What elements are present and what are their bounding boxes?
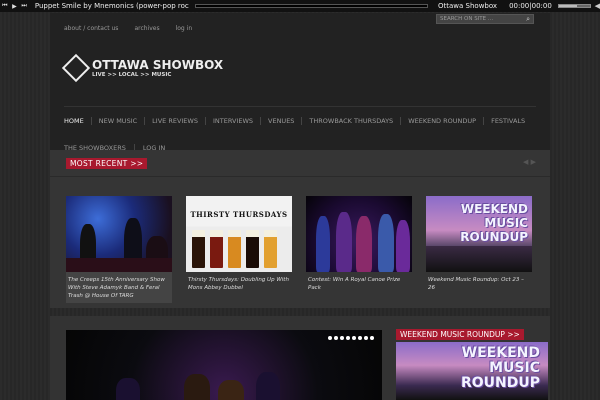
most-recent-title[interactable]: MOST RECENT >>: [66, 158, 148, 169]
card-caption[interactable]: Thirsty Thursdays: Doubling Up With Mons…: [186, 272, 292, 292]
search-input[interactable]: SEARCH ON SITE ... ⌕: [436, 14, 534, 24]
nav-home[interactable]: HOME: [64, 117, 91, 125]
nav-festivals[interactable]: FESTIVALS: [483, 117, 532, 125]
speaker-icon[interactable]: ◀: [595, 2, 600, 10]
previous-icon[interactable]: ⏮: [0, 2, 10, 10]
next-icon[interactable]: ⏭: [19, 2, 29, 10]
slider-dot[interactable]: [352, 336, 356, 340]
main-nav: HOME NEW MUSIC LIVE REVIEWS INTERVIEWS V…: [64, 117, 532, 125]
nav-throwback-thursdays[interactable]: THROWBACK THURSDAYS: [301, 117, 400, 125]
site-header: about / contact us archives log in SEARC…: [50, 13, 550, 152]
player-site-name: Ottawa Showbox: [438, 2, 498, 10]
featured-slider[interactable]: [66, 330, 382, 400]
weekend-roundup-thumbnail[interactable]: WEEKEND MUSIC ROUNDUP: [396, 342, 548, 400]
nav-live-reviews[interactable]: LIVE REVIEWS: [144, 117, 205, 125]
recent-card[interactable]: THIRSTY THURSDAYS Thirsty Thursdays: Dou…: [186, 196, 292, 303]
slider-dot[interactable]: [370, 336, 374, 340]
featured-section: WEEKEND MUSIC ROUNDUP >> WEEKEND MUSIC R…: [50, 316, 550, 400]
weekend-roundup-title[interactable]: WEEKEND MUSIC ROUNDUP >>: [396, 329, 524, 340]
recent-card[interactable]: Contest: Win A Royal Canoe Prize Pack: [306, 196, 412, 303]
section-divider: [50, 176, 550, 177]
card-thumbnail[interactable]: [306, 196, 412, 272]
roundup-art-text: WEEKEND MUSIC ROUNDUP: [460, 202, 528, 244]
top-link-archives[interactable]: archives: [134, 25, 159, 32]
play-icon[interactable]: ▶: [10, 3, 20, 10]
thirsty-label: THIRSTY THURSDAYS: [190, 210, 288, 219]
search-placeholder: SEARCH ON SITE ...: [440, 16, 494, 22]
logo-tagline: LIVE >> LOCAL >> MUSIC: [92, 71, 172, 78]
top-link-login[interactable]: log in: [176, 25, 193, 32]
carousel-arrows-icon[interactable]: ◀ ▶: [523, 158, 536, 166]
nav-new-music[interactable]: NEW MUSIC: [90, 117, 144, 125]
nav-interviews[interactable]: INTERVIEWS: [204, 117, 260, 125]
slider-dot[interactable]: [328, 336, 332, 340]
roundup-art-text: WEEKEND MUSIC ROUNDUP: [460, 345, 540, 391]
volume-slider[interactable]: [557, 4, 591, 8]
search-icon[interactable]: ⌕: [526, 15, 530, 24]
top-link-about[interactable]: about / contact us: [64, 25, 118, 32]
slider-dots: [326, 336, 374, 340]
track-title: Puppet Smile by Mnemonics (power-pop roc…: [34, 2, 189, 10]
nav-weekend-roundup[interactable]: WEEKEND ROUNDUP: [400, 117, 483, 125]
card-caption[interactable]: Contest: Win A Royal Canoe Prize Pack: [306, 272, 412, 292]
slider-dot[interactable]: [340, 336, 344, 340]
top-links: about / contact us archives log in: [64, 25, 208, 32]
card-thumbnail[interactable]: THIRSTY THURSDAYS: [186, 196, 292, 272]
header-divider: [64, 106, 536, 107]
progress-bar[interactable]: [194, 4, 428, 8]
most-recent-section: MOST RECENT >> ◀ ▶ The Creeps 15th Anniv…: [50, 150, 550, 308]
slider-dot[interactable]: [364, 336, 368, 340]
nav-venues[interactable]: VENUES: [260, 117, 301, 125]
card-caption[interactable]: The Creeps 15th Anniversary Show With St…: [66, 272, 172, 303]
logo-name: OTTAWA SHOWBOX: [92, 57, 224, 72]
slider-dot[interactable]: [358, 336, 362, 340]
recent-card[interactable]: The Creeps 15th Anniversary Show With St…: [66, 196, 172, 303]
card-thumbnail[interactable]: WEEKEND MUSIC ROUNDUP: [426, 196, 532, 272]
site-logo[interactable]: OTTAWA SHOWBOX LIVE >> LOCAL >> MUSIC: [61, 53, 224, 83]
slider-dot[interactable]: [334, 336, 338, 340]
recent-cards: The Creeps 15th Anniversary Show With St…: [66, 196, 546, 303]
card-caption[interactable]: Weekend Music Roundup: Oct 23 – 26: [426, 272, 532, 292]
card-thumbnail[interactable]: [66, 196, 172, 272]
recent-card[interactable]: WEEKEND MUSIC ROUNDUP Weekend Music Roun…: [426, 196, 532, 303]
player-time: 00:00|00:00: [509, 2, 552, 10]
slider-dot[interactable]: [346, 336, 350, 340]
audio-player: ⏮ ▶ ⏭ Puppet Smile by Mnemonics (power-p…: [0, 0, 600, 12]
volume-fill: [558, 5, 578, 7]
logo-mark: [61, 53, 91, 83]
